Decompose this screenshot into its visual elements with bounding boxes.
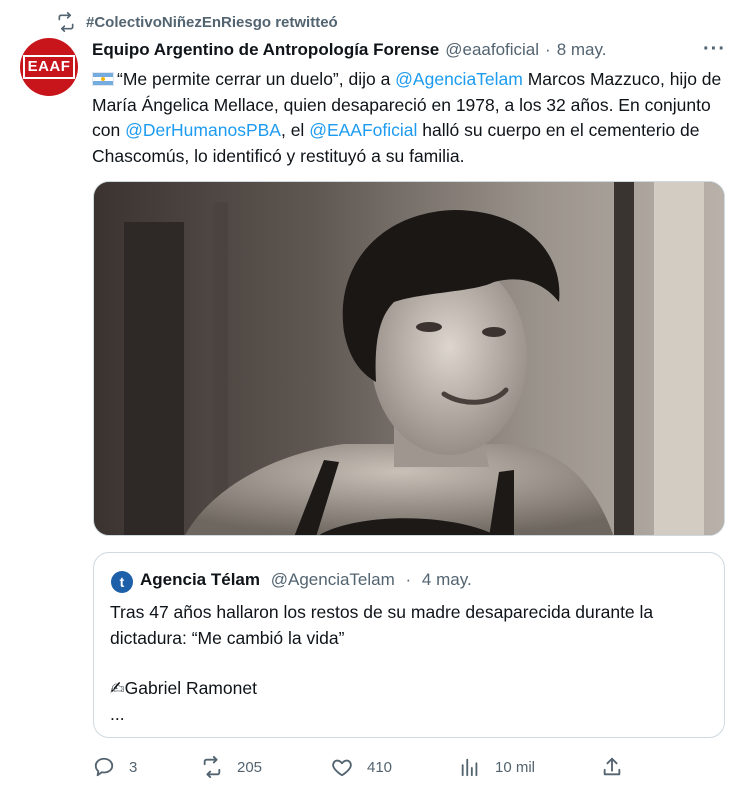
heart-icon <box>332 759 352 777</box>
photo-image <box>94 182 724 535</box>
separator-dot: · <box>405 570 412 589</box>
tweet-actions: 3 205 410 10 mil <box>93 756 725 780</box>
tweet-text-part: “Me permite cerrar un duelo”, dijo a <box>117 69 396 89</box>
separator-dot: · <box>545 40 551 59</box>
retweet-icon <box>58 12 74 32</box>
quoted-text: Tras 47 años hallaron los restos de su m… <box>110 600 710 727</box>
quoted-header: Agencia Télam @AgenciaTelam · 4 may. <box>140 570 472 590</box>
retweet-button[interactable]: 205 <box>201 756 262 778</box>
reply-button[interactable]: 3 <box>93 756 137 778</box>
reply-icon <box>94 757 114 777</box>
quoted-text-headline: Tras 47 años hallaron los restos de su m… <box>110 602 654 648</box>
retweet-label[interactable]: #ColectivoNiñezEnRiesgo retwitteó <box>86 14 338 31</box>
like-count: 410 <box>367 758 393 776</box>
tweet-text-part: , el <box>280 120 310 140</box>
mention-link[interactable]: @DerHumanosPBA <box>125 120 281 140</box>
quoted-text-byline: ✍Gabriel Ramonet <box>110 678 257 698</box>
views-button[interactable]: 10 mil <box>459 756 535 778</box>
share-icon <box>603 757 621 776</box>
retweet-count: 205 <box>237 758 263 776</box>
retweet-icon <box>203 756 221 778</box>
argentina-flag-icon <box>92 72 114 86</box>
more-options-icon[interactable]: ··· <box>703 38 726 61</box>
tweet[interactable]: #ColectivoNiñezEnRiesgo retwitteó EAAF E… <box>0 0 750 800</box>
avatar[interactable]: EAAF <box>20 38 78 96</box>
author-name[interactable]: Equipo Argentino de Antropología Forense <box>92 40 439 60</box>
like-button[interactable]: 410 <box>331 756 392 778</box>
tweet-text: “Me permite cerrar un duelo”, dijo a @Ag… <box>92 67 732 169</box>
mention-link[interactable]: @EAAFoficial <box>309 120 417 140</box>
quoted-tweet[interactable]: t Agencia Télam @AgenciaTelam · 4 may. T… <box>93 552 725 738</box>
share-button[interactable] <box>601 756 623 778</box>
quoted-avatar[interactable]: t <box>111 571 133 593</box>
views-count: 10 mil <box>495 758 536 776</box>
tweet-photo[interactable] <box>93 181 725 536</box>
retweet-indicator[interactable]: #ColectivoNiñezEnRiesgo retwitteó <box>56 12 338 32</box>
mention-link[interactable]: @AgenciaTelam <box>395 69 523 89</box>
tweet-date[interactable]: 8 may. <box>557 40 607 60</box>
quoted-date[interactable]: 4 may. <box>422 570 472 589</box>
quoted-author-handle[interactable]: @AgenciaTelam <box>271 570 395 589</box>
quoted-author-name[interactable]: Agencia Télam <box>140 570 260 589</box>
author-handle[interactable]: @eaafoficial <box>445 40 539 60</box>
eaaf-logo: EAAF <box>22 55 76 79</box>
quoted-text-ellipsis: ... <box>110 703 125 724</box>
reply-count: 3 <box>129 758 138 776</box>
analytics-icon <box>461 758 478 777</box>
tweet-header: Equipo Argentino de Antropología Forense… <box>92 40 730 60</box>
